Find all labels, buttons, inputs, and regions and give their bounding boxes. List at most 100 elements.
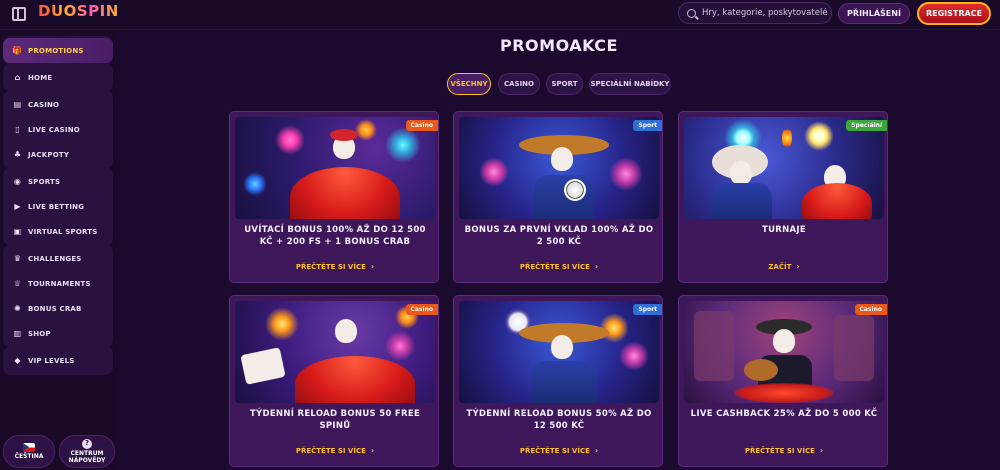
language-label: ČEŠTINA (14, 452, 44, 460)
promo-image (684, 301, 884, 403)
link-label: PŘEČTĚTE SI VÍCE (744, 447, 815, 455)
link-label: PŘEČTĚTE SI VÍCE (295, 263, 366, 271)
promo-card[interactable]: Casino UVÍTACÍ BONUS 100% AŽ DO 12 500 K… (229, 111, 439, 283)
search-input[interactable] (702, 8, 831, 18)
help-icon: ? (82, 438, 92, 449)
chevron-right-icon: › (370, 446, 375, 455)
sidebar-item-jackpoty[interactable]: ♣ JACKPOTY (3, 142, 113, 167)
filter-tab-casino[interactable]: CASINO (498, 73, 540, 95)
language-button[interactable]: ČEŠTINA (3, 435, 55, 468)
category-badge: Casino (405, 120, 438, 131)
screen-icon: ▣ (13, 226, 22, 236)
top-header: DUOSPIN PŘIHLÁŠENÍ REGISTRACE (0, 0, 1000, 30)
sidebar-group-casino: ▤ CASINO ▯ LIVE CASINO ♣ JACKPOTY (3, 90, 113, 169)
crab-icon: ✺ (14, 303, 21, 313)
read-more-link[interactable]: PŘEČTĚTE SI VÍCE › (454, 262, 662, 271)
sidebar-item-promotions[interactable]: 🎁 PROMOTIONS (3, 38, 113, 63)
promo-image (235, 117, 435, 219)
bag-icon: ▥ (13, 328, 22, 338)
sidebar-item-tournaments[interactable]: ♕ TOURNAMENTS (3, 271, 113, 296)
category-badge: Casino (854, 304, 887, 315)
search-box[interactable] (678, 2, 832, 24)
login-button[interactable]: PŘIHLÁŠENÍ (838, 3, 910, 24)
help-center-button[interactable]: ? CENTRUM NÁPOVĚDY (59, 435, 115, 468)
promo-image (459, 117, 659, 219)
chevron-right-icon: › (594, 262, 599, 271)
start-link[interactable]: ZAČÍT › (679, 262, 887, 271)
link-label: PŘEČTĚTE SI VÍCE (295, 447, 366, 455)
sidebar-toggle-icon[interactable] (12, 7, 26, 21)
read-more-link[interactable]: PŘEČTĚTE SI VÍCE › (230, 446, 438, 455)
sidebar-item-bonus-crab[interactable]: ✺ BONUS CRAB (3, 296, 113, 321)
clover-icon: ♣ (13, 149, 22, 159)
category-badge: Sport (633, 120, 662, 131)
sidebar-item-label: PROMOTIONS (28, 46, 84, 55)
register-button[interactable]: REGISTRACE (917, 2, 991, 25)
promo-image (235, 301, 435, 403)
promo-title: BONUS ZA PRVNÍ VKLAD 100% AŽ DO 2 500 KČ (464, 225, 654, 248)
search-icon (687, 8, 696, 18)
sidebar-item-shop[interactable]: ▥ SHOP (3, 321, 113, 346)
slot-machine-icon: ▤ (13, 99, 22, 109)
sidebar-item-label: BONUS CRAB (28, 304, 82, 313)
promo-card[interactable]: Sport TÝDENNÍ RELOAD BONUS 50% AŽ DO 12 … (453, 295, 663, 467)
chevron-right-icon: › (594, 446, 599, 455)
page-title: PROMOAKCE (500, 36, 618, 55)
sidebar-item-label: SPORTS (28, 177, 61, 186)
read-more-link[interactable]: PŘEČTĚTE SI VÍCE › (230, 262, 438, 271)
promo-card[interactable]: Casino LIVE CASHBACK 25% AŽ DO 5 000 KČ … (678, 295, 888, 467)
sidebar-group-sports: ◉ SPORTS ▶ LIVE BETTING ▣ VIRTUAL SPORTS (3, 167, 113, 246)
link-label: PŘEČTĚTE SI VÍCE (519, 263, 590, 271)
sidebar-item-virtual-sports[interactable]: ▣ VIRTUAL SPORTS (3, 219, 113, 244)
sidebar-item-label: LIVE BETTING (28, 202, 85, 211)
filter-tab-special-offers[interactable]: SPECIÁLNÍ NABÍDKY (589, 73, 671, 95)
sidebar-item-label: LIVE CASINO (28, 125, 80, 134)
sidebar: 🎁 PROMOTIONS ⌂ HOME ▤ CASINO ▯ LIVE CASI… (0, 31, 118, 470)
filter-tab-all[interactable]: VŠECHNY (447, 73, 491, 95)
promo-image (459, 301, 659, 403)
promo-title: TURNAJE (761, 225, 806, 235)
sidebar-item-challenges[interactable]: ♛ CHALLENGES (3, 246, 113, 271)
promo-title: LIVE CASHBACK 25% AŽ DO 5 000 KČ (690, 409, 878, 419)
category-badge: Speciální (846, 120, 887, 131)
promo-image (684, 117, 884, 219)
promo-title: UVÍTACÍ BONUS 100% AŽ DO 12 500 KČ + 200… (244, 225, 426, 248)
sidebar-group-promotions: 🎁 PROMOTIONS (3, 36, 113, 65)
czech-flag-icon (23, 442, 35, 452)
play-icon: ▶ (14, 201, 21, 211)
sidebar-item-vip-levels[interactable]: ◆ VIP LEVELS (3, 348, 113, 373)
trophy-icon: ♛ (13, 253, 22, 263)
sidebar-item-label: VIP LEVELS (28, 356, 75, 365)
chevron-right-icon: › (370, 262, 375, 271)
cards-icon: ▯ (15, 124, 20, 134)
help-label-line2: NÁPOVĚDY (68, 456, 106, 464)
sidebar-item-live-betting[interactable]: ▶ LIVE BETTING (3, 194, 113, 219)
cup-icon: ♕ (13, 278, 22, 288)
sidebar-item-sports[interactable]: ◉ SPORTS (3, 169, 113, 194)
link-label: PŘEČTĚTE SI VÍCE (519, 447, 590, 455)
sidebar-item-label: CHALLENGES (28, 254, 82, 263)
promo-card[interactable]: Sport BONUS ZA PRVNÍ VKLAD 100% AŽ DO 2 … (453, 111, 663, 283)
category-badge: Casino (405, 304, 438, 315)
sidebar-item-label: VIRTUAL SPORTS (28, 227, 98, 236)
sidebar-item-casino[interactable]: ▤ CASINO (3, 92, 113, 117)
promo-title: TÝDENNÍ RELOAD BONUS 50% AŽ DO 12 500 KČ (466, 409, 652, 432)
sidebar-item-live-casino[interactable]: ▯ LIVE CASINO (3, 117, 113, 142)
promo-title: TÝDENNÍ RELOAD BONUS 50 FREE SPINŮ (249, 409, 421, 432)
sidebar-group-challenges: ♛ CHALLENGES ♕ TOURNAMENTS ✺ BONUS CRAB … (3, 244, 113, 348)
read-more-link[interactable]: PŘEČTĚTE SI VÍCE › (454, 446, 662, 455)
filter-tab-sport[interactable]: SPORT (546, 73, 583, 95)
chevron-right-icon: › (819, 446, 824, 455)
ball-icon: ◉ (13, 176, 22, 186)
logo[interactable]: DUOSPIN (38, 2, 119, 20)
sidebar-group-vip: ◆ VIP LEVELS (3, 346, 113, 375)
sidebar-item-label: JACKPOTY (28, 150, 70, 159)
gift-icon: 🎁 (12, 45, 23, 55)
promo-card[interactable]: Speciální TURNAJE ZAČÍT › (678, 111, 888, 283)
sidebar-item-label: TOURNAMENTS (28, 279, 91, 288)
sidebar-item-label: CASINO (28, 100, 60, 109)
link-label: ZAČÍT (768, 263, 792, 271)
read-more-link[interactable]: PŘEČTĚTE SI VÍCE › (679, 446, 887, 455)
promo-card[interactable]: Casino TÝDENNÍ RELOAD BONUS 50 FREE SPIN… (229, 295, 439, 467)
category-badge: Sport (633, 304, 662, 315)
